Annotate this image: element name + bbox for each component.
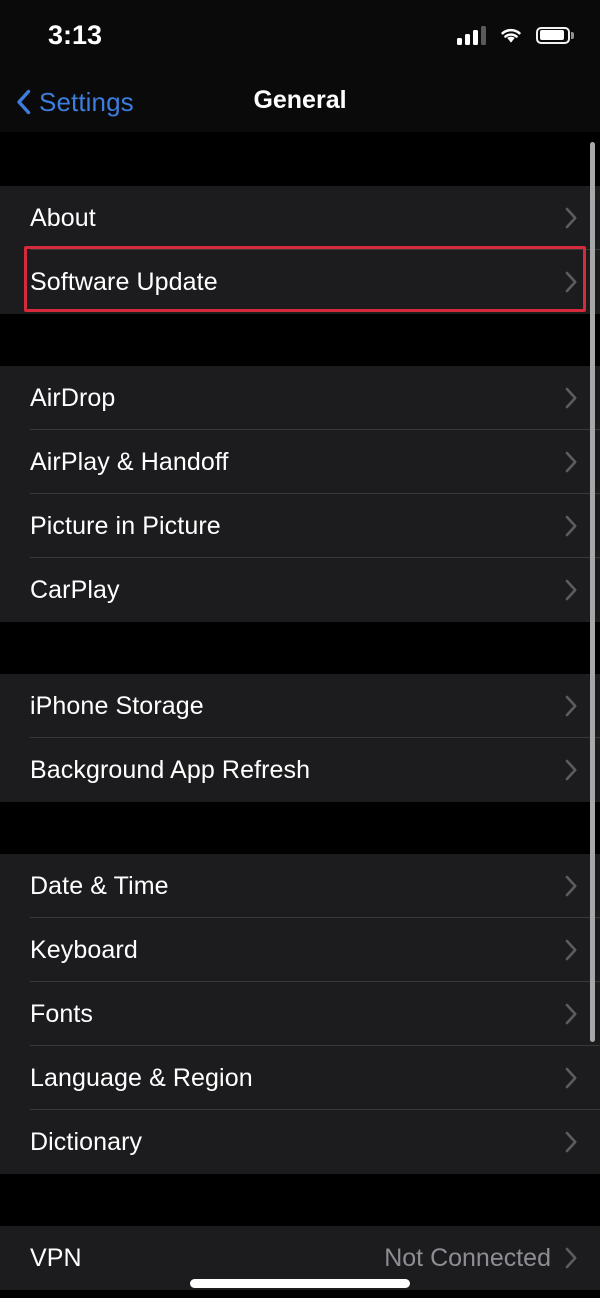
section-gap: [0, 314, 600, 366]
settings-row-label: VPN: [30, 1243, 82, 1272]
settings-row-software-update[interactable]: Software Update: [0, 250, 600, 314]
chevron-right-icon: [565, 515, 577, 537]
chevron-right-icon: [565, 1247, 577, 1269]
home-indicator: [190, 1279, 410, 1288]
section-gap: [0, 622, 600, 674]
section-gap: [0, 802, 600, 854]
settings-row-label: Picture in Picture: [30, 511, 221, 540]
settings-row-iphone-storage[interactable]: iPhone Storage: [0, 674, 600, 738]
settings-row-background-app-refresh[interactable]: Background App Refresh: [0, 738, 600, 802]
settings-row-label: About: [30, 203, 96, 232]
chevron-right-icon: [565, 939, 577, 961]
chevron-right-icon: [565, 875, 577, 897]
chevron-right-icon: [565, 695, 577, 717]
settings-row-picture-in-picture[interactable]: Picture in Picture: [0, 494, 600, 558]
settings-section: AirDrop AirPlay & Handoff Picture in Pictu…: [0, 366, 600, 622]
page-title: General: [253, 86, 347, 114]
settings-row-label: Date & Time: [30, 871, 169, 900]
iphone-screen: 3:13 Settings General About Software Upd…: [0, 0, 600, 1298]
chevron-right-icon: [565, 1003, 577, 1025]
settings-section: About Software Update: [0, 186, 600, 314]
settings-row-label: AirDrop: [30, 383, 116, 412]
chevron-right-icon: [565, 1131, 577, 1153]
settings-row-label: Language & Region: [30, 1063, 253, 1092]
wifi-icon: [501, 28, 521, 43]
settings-row-label: iPhone Storage: [30, 691, 204, 720]
settings-row-keyboard[interactable]: Keyboard: [0, 918, 600, 982]
status-bar-icons: [457, 22, 574, 48]
chevron-right-icon: [565, 387, 577, 409]
chevron-right-icon: [565, 1067, 577, 1089]
settings-row-fonts[interactable]: Fonts: [0, 982, 600, 1046]
settings-row-date-and-time[interactable]: Date & Time: [0, 854, 600, 918]
status-bar-clock: 3:13: [48, 20, 103, 50]
settings-row-value: Not Connected: [384, 1243, 551, 1272]
navigation-bar: Settings General: [0, 72, 600, 132]
settings-row-label: Dictionary: [30, 1127, 143, 1156]
section-gap: [0, 1174, 600, 1226]
settings-section: iPhone Storage Background App Refresh: [0, 674, 600, 802]
chevron-right-icon: [565, 451, 577, 473]
battery-icon: [536, 26, 574, 44]
settings-row-airplay-and-handoff[interactable]: AirPlay & Handoff: [0, 430, 600, 494]
chevron-right-icon: [565, 759, 577, 781]
settings-row-label: Keyboard: [30, 935, 138, 964]
settings-row-label: AirPlay & Handoff: [30, 447, 229, 476]
settings-list: About Software Update AirDrop AirPlay & Han…: [0, 132, 600, 1298]
settings-row-about[interactable]: About: [0, 186, 600, 250]
section-gap: [0, 132, 600, 186]
settings-row-label: Software Update: [30, 267, 218, 296]
chevron-right-icon: [565, 271, 577, 293]
status-bar: 3:13: [0, 0, 600, 72]
cellular-signal-icon: [457, 25, 486, 45]
settings-row-label: Fonts: [30, 999, 94, 1028]
vertical-scrollbar[interactable]: [590, 142, 595, 1042]
chevron-right-icon: [565, 207, 577, 229]
settings-row-carplay[interactable]: CarPlay: [0, 558, 600, 622]
settings-row-language-and-region[interactable]: Language & Region: [0, 1046, 600, 1110]
settings-row-dictionary[interactable]: Dictionary: [0, 1110, 600, 1174]
chevron-right-icon: [565, 579, 577, 601]
settings-row-label: Background App Refresh: [30, 755, 311, 784]
settings-row-label: CarPlay: [30, 575, 120, 604]
settings-row-airdrop[interactable]: AirDrop: [0, 366, 600, 430]
settings-section: Date & Time Keyboard Fonts Language & Regio…: [0, 854, 600, 1174]
